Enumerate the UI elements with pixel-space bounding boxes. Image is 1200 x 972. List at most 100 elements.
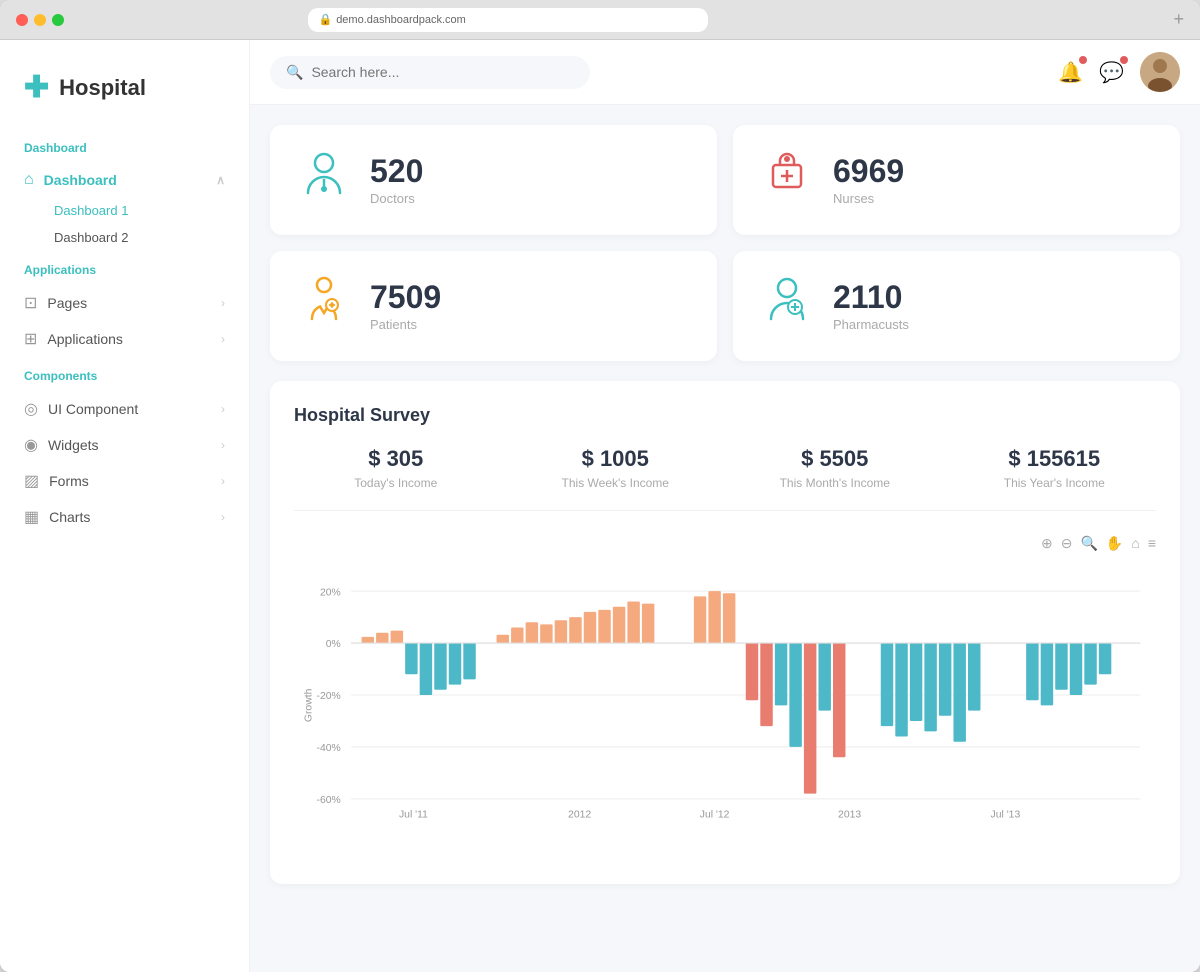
home-icon: ⌂	[24, 171, 34, 189]
sidebar-section-components: Components	[0, 357, 249, 391]
url-bar[interactable]: 🔒 demo.dashboardpack.com	[308, 8, 708, 32]
zoom-in-button[interactable]: ⊕	[1041, 535, 1053, 552]
traffic-lights	[16, 14, 64, 26]
svg-text:-40%: -40%	[317, 743, 341, 754]
income-year: $ 155615 This Year's Income	[953, 446, 1157, 490]
svg-text:Jul '13: Jul '13	[991, 810, 1021, 821]
sidebar-widgets-label: Widgets	[48, 437, 99, 453]
minimize-button[interactable]	[34, 14, 46, 26]
applications-icon: ⊞	[24, 329, 37, 349]
week-income-amount: $ 1005	[514, 446, 718, 472]
patients-info: 7509 Patients	[370, 280, 441, 332]
notifications-button[interactable]: 🔔	[1058, 60, 1083, 85]
svg-text:2012: 2012	[568, 810, 591, 821]
doctor-icon	[298, 149, 350, 211]
menu-button[interactable]: ≡	[1148, 535, 1156, 552]
sidebar-sub-dashboard2[interactable]: Dashboard 2	[0, 224, 249, 251]
week-income-label: This Week's Income	[514, 476, 718, 490]
browser-body: ✚ Hospital Dashboard ⌂ Dashboard ∧ Dashb…	[0, 40, 1200, 972]
charts-icon: ▦	[24, 507, 39, 527]
sidebar-section-dashboard: Dashboard	[0, 129, 249, 163]
chevron-right-icon6: ›	[221, 510, 225, 524]
stats-grid: 520 Doctors	[270, 125, 1180, 361]
sidebar-logo: ✚ Hospital	[0, 60, 249, 129]
main-content: 🔍 🔔 💬	[250, 40, 1200, 972]
logo-text: Hospital	[59, 75, 146, 101]
search-input[interactable]	[311, 64, 574, 80]
maximize-button[interactable]	[52, 14, 64, 26]
message-badge	[1120, 56, 1128, 64]
patients-number: 7509	[370, 280, 441, 315]
stat-card-pharmacusts: 2110 Pharmacusts	[733, 251, 1180, 361]
browser-titlebar: 🔒 demo.dashboardpack.com +	[0, 0, 1200, 40]
header: 🔍 🔔 💬	[250, 40, 1200, 105]
nurse-icon	[761, 149, 813, 211]
sidebar-item-widgets[interactable]: ◉ Widgets ›	[0, 427, 249, 463]
sidebar-item-forms[interactable]: ▨ Forms ›	[0, 463, 249, 499]
svg-text:-20%: -20%	[317, 691, 341, 702]
chevron-right-icon3: ›	[221, 402, 225, 416]
lock-icon: 🔒	[318, 13, 332, 26]
sidebar-charts-label: Charts	[49, 509, 90, 525]
browser-window: 🔒 demo.dashboardpack.com + ✚ Hospital Da…	[0, 0, 1200, 972]
pharmacusts-label: Pharmacusts	[833, 317, 909, 332]
search-bar[interactable]: 🔍	[270, 56, 590, 89]
pages-icon: ⊡	[24, 293, 37, 313]
patient-icon	[298, 275, 350, 337]
sidebar-item-dashboard[interactable]: ⌂ Dashboard ∧	[0, 163, 249, 197]
zoom-reset-button[interactable]: 🔍	[1080, 535, 1097, 552]
svg-text:Growth: Growth	[304, 688, 315, 722]
svg-text:0%: 0%	[326, 639, 341, 650]
chevron-right-icon5: ›	[221, 474, 225, 488]
new-tab-button[interactable]: +	[1173, 9, 1184, 30]
nurses-label: Nurses	[833, 191, 904, 206]
today-income-label: Today's Income	[294, 476, 498, 490]
chevron-right-icon2: ›	[221, 332, 225, 346]
nurses-number: 6969	[833, 154, 904, 189]
stat-card-nurses: 6969 Nurses	[733, 125, 1180, 235]
income-today: $ 305 Today's Income	[294, 446, 498, 490]
sidebar-item-applications[interactable]: ⊞ Applications ›	[0, 321, 249, 357]
doctors-label: Doctors	[370, 191, 423, 206]
sidebar-sub-dashboard1[interactable]: Dashboard 1	[0, 197, 249, 224]
doctors-number: 520	[370, 154, 423, 189]
survey-title: Hospital Survey	[294, 405, 1156, 426]
pan-button[interactable]: ✋	[1106, 535, 1123, 552]
bar-chart: 20% 0% -20% -40% -60% Growth	[294, 560, 1156, 830]
stat-card-patients: 7509 Patients	[270, 251, 717, 361]
income-week: $ 1005 This Week's Income	[514, 446, 718, 490]
chart-container: 20% 0% -20% -40% -60% Growth	[294, 560, 1156, 860]
income-month: $ 5505 This Month's Income	[733, 446, 937, 490]
svg-text:2013: 2013	[838, 810, 861, 821]
income-stats: $ 305 Today's Income $ 1005 This Week's …	[294, 446, 1156, 511]
chevron-right-icon4: ›	[221, 438, 225, 452]
year-income-amount: $ 155615	[953, 446, 1157, 472]
svg-text:20%: 20%	[320, 587, 341, 598]
sidebar-ui-component-label: UI Component	[48, 401, 138, 417]
chevron-right-icon: ›	[221, 296, 225, 310]
sidebar-dashboard2-label: Dashboard 2	[54, 230, 128, 245]
zoom-out-button[interactable]: ⊖	[1061, 535, 1073, 552]
sidebar-dashboard1-label: Dashboard 1	[54, 203, 128, 218]
sidebar-item-ui-component[interactable]: ◎ UI Component ›	[0, 391, 249, 427]
pharmacusts-number: 2110	[833, 280, 909, 315]
sidebar-pages-label: Pages	[47, 295, 87, 311]
sidebar-item-pages[interactable]: ⊡ Pages ›	[0, 285, 249, 321]
home-button[interactable]: ⌂	[1131, 535, 1139, 552]
url-text: demo.dashboardpack.com	[336, 14, 466, 26]
close-button[interactable]	[16, 14, 28, 26]
today-income-amount: $ 305	[294, 446, 498, 472]
sidebar-item-charts[interactable]: ▦ Charts ›	[0, 499, 249, 535]
widgets-icon: ◉	[24, 435, 38, 455]
sidebar-forms-label: Forms	[49, 473, 89, 489]
messages-button[interactable]: 💬	[1099, 60, 1124, 85]
ui-component-icon: ◎	[24, 399, 38, 419]
pharmacusts-info: 2110 Pharmacusts	[833, 280, 909, 332]
survey-section: Hospital Survey $ 305 Today's Income $ 1…	[270, 381, 1180, 884]
logo-icon: ✚	[24, 70, 49, 105]
chevron-up-icon: ∧	[216, 173, 225, 187]
stat-card-doctors: 520 Doctors	[270, 125, 717, 235]
user-avatar[interactable]	[1140, 52, 1180, 92]
sidebar: ✚ Hospital Dashboard ⌂ Dashboard ∧ Dashb…	[0, 40, 250, 972]
year-income-label: This Year's Income	[953, 476, 1157, 490]
